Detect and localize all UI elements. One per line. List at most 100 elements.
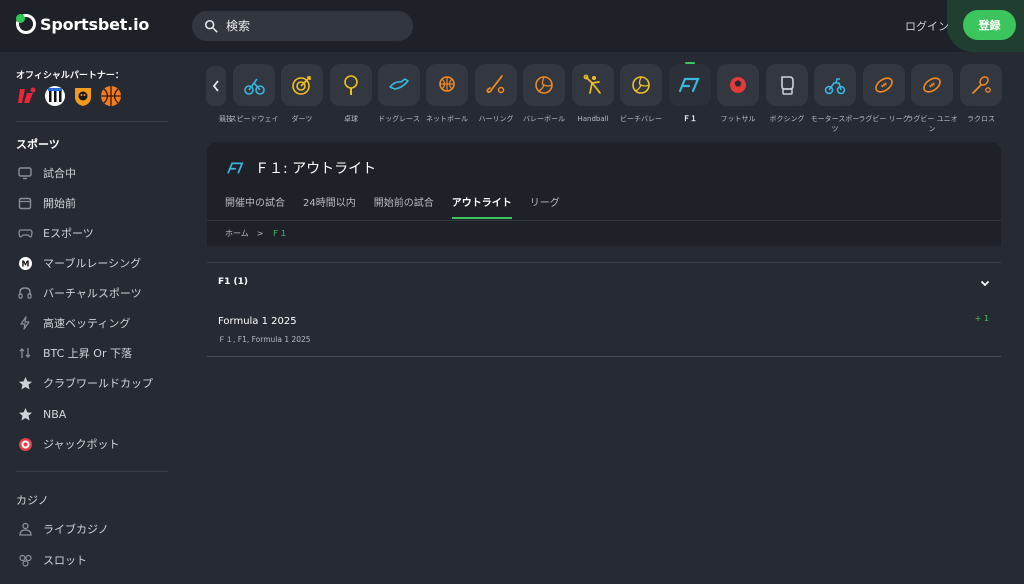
sidebar-item-jackpot[interactable]: ジャックポット (16, 434, 119, 454)
search-icon (204, 19, 218, 33)
sidebar-item-label: NBA (43, 407, 67, 421)
dealer-icon (16, 520, 34, 538)
sport-rugby-league[interactable] (863, 64, 905, 106)
sidebar-divider (16, 471, 168, 472)
sidebar-item-marble-racing[interactable]: M マーブルレーシング (16, 253, 141, 273)
sidebar-divider (16, 121, 168, 122)
tab-divider (207, 220, 1001, 221)
sport-lacrosse[interactable] (960, 64, 1002, 106)
sport-label-rugby-league: ラグビー リーグ (858, 115, 910, 123)
svg-text:M: M (21, 259, 29, 268)
sport-beach-volleyball[interactable] (620, 64, 662, 106)
tab-league[interactable]: リーグ (530, 194, 560, 219)
sport-greyhound[interactable] (378, 64, 420, 106)
event-row[interactable]: Formula 1 2025 Ｆ１, F1, Formula 1 2025 + … (207, 303, 1001, 357)
sidebar-item-slots[interactable]: スロット (16, 550, 87, 570)
sport-boxing[interactable] (766, 64, 808, 106)
sport-darts[interactable] (281, 64, 323, 106)
calendar-icon (16, 194, 34, 212)
sidebar-item-label: ジャックポット (43, 438, 120, 451)
newcastle-logo[interactable] (44, 85, 66, 107)
sport-netball[interactable] (426, 64, 468, 106)
monitor-icon (16, 164, 34, 182)
sidebar-item-fast-betting[interactable]: 高速ベッティング (16, 313, 130, 333)
star-icon (16, 405, 34, 423)
page-title-row: Ｆ１: アウトライト (225, 158, 376, 178)
marble-icon: M (16, 254, 34, 272)
search-box[interactable] (192, 11, 413, 41)
breadcrumb-home[interactable]: ホーム (225, 228, 249, 239)
boxing-icon (781, 76, 794, 95)
sidebar-item-esports[interactable]: Eスポーツ (16, 223, 94, 243)
sidebar-item-label: バーチャルスポーツ (43, 287, 142, 300)
sport-label-motorsport: モータースポーツ (810, 115, 860, 133)
laliga-logo[interactable] (16, 85, 38, 107)
sidebar-item-label: マーブルレーシング (43, 257, 142, 270)
f1-icon (227, 162, 244, 174)
sport-label-lacrosse: ラクロス (967, 115, 995, 123)
page-title: Ｆ１: アウトライト (255, 161, 377, 177)
star-icon (16, 374, 34, 392)
target-icon (16, 435, 34, 453)
volleyball-icon (535, 76, 553, 94)
logo-mark-icon (16, 14, 36, 34)
sport-futsal[interactable] (717, 64, 759, 106)
table-tennis-icon (344, 75, 358, 95)
hull-city-logo[interactable] (72, 85, 94, 107)
sidebar-item-btc-up-down[interactable]: BTC 上昇 Or 下落 (16, 343, 132, 363)
sportsbet-logo[interactable]: Sportsbet.io (16, 14, 149, 34)
login-link[interactable]: ログイン (905, 18, 949, 34)
sidebar-item-virtual-sports[interactable]: バーチャルスポーツ (16, 283, 142, 303)
sport-label-hurling: ハーリング (478, 115, 514, 123)
tab-upcoming[interactable]: 開始前の試合 (374, 194, 434, 219)
register-button[interactable]: 登録 (963, 10, 1016, 40)
tab-outright[interactable]: アウトライト (451, 194, 512, 219)
futsal-icon (730, 77, 746, 93)
gamepad-icon (16, 224, 34, 242)
sport-handball[interactable] (572, 64, 614, 106)
lacrosse-icon (972, 76, 991, 94)
sport-motorsport[interactable] (814, 64, 856, 106)
sport-f1[interactable] (669, 64, 711, 106)
sport-label-futsal: フットサル (720, 115, 756, 123)
sidebar-item-label: 試合中 (43, 167, 76, 180)
sport-table-tennis[interactable] (330, 64, 372, 106)
sidebar: オフィシャルパートナー： スポーツ 試合中 開始前 Eスポーツ M マーブルレー… (0, 52, 168, 584)
sport-speedway[interactable] (233, 64, 275, 106)
sport-label-speedway: スピードウェイ (229, 115, 279, 123)
sport-label-table-tennis: 卓球 (344, 115, 358, 123)
sport-rugby-union[interactable] (911, 64, 953, 106)
sidebar-item-upcoming[interactable]: 開始前 (16, 193, 76, 213)
tab-within-24h[interactable]: 24時間以内 (303, 194, 356, 219)
sidebar-item-live-casino[interactable]: ライブカジノ (16, 519, 109, 539)
arrows-icon (16, 344, 34, 362)
outright-panel: Ｆ１: アウトライト 開催中の試合 24時間以内 開始前の試合 アウトライト リ… (207, 142, 1001, 246)
tab-live[interactable]: 開催中の試合 (225, 194, 285, 219)
vr-headset-icon (16, 284, 34, 302)
speedway-icon (244, 78, 265, 95)
sport-label-rugby-union: ラグビー ユニオン (906, 115, 958, 133)
partner-title: オフィシャルパートナー： (16, 71, 124, 81)
rugby-league-icon (875, 77, 893, 93)
search-input[interactable] (226, 19, 406, 33)
group-header-f1[interactable]: F1 (1) (207, 263, 1001, 303)
casino-section-title: カジノ (16, 494, 49, 507)
slot-icon (16, 551, 34, 569)
chevron-down-icon (980, 280, 990, 287)
sport-volleyball[interactable] (523, 64, 565, 106)
netball-icon (439, 76, 455, 92)
sidebar-item-live[interactable]: 試合中 (16, 163, 76, 183)
tab-bar: 開催中の試合 24時間以内 開始前の試合 アウトライト リーグ (225, 194, 578, 219)
carousel-prev-button[interactable] (206, 66, 226, 106)
market-count[interactable]: + 1 (975, 314, 989, 323)
sport-label-greyhound: ドッグレース (378, 115, 420, 123)
rugby-union-icon (923, 77, 941, 93)
handball-icon (583, 74, 601, 94)
sport-hurling[interactable] (475, 64, 517, 106)
motorsport-icon (824, 78, 846, 95)
sidebar-item-label: 開始前 (43, 197, 76, 210)
sidebar-item-club-world-cup[interactable]: クラブワールドカップ (16, 373, 153, 393)
sidebar-item-nba[interactable]: NBA (16, 404, 66, 424)
basketball-club-logo[interactable] (100, 85, 122, 107)
sport-label-boxing: ボクシング (769, 115, 805, 123)
